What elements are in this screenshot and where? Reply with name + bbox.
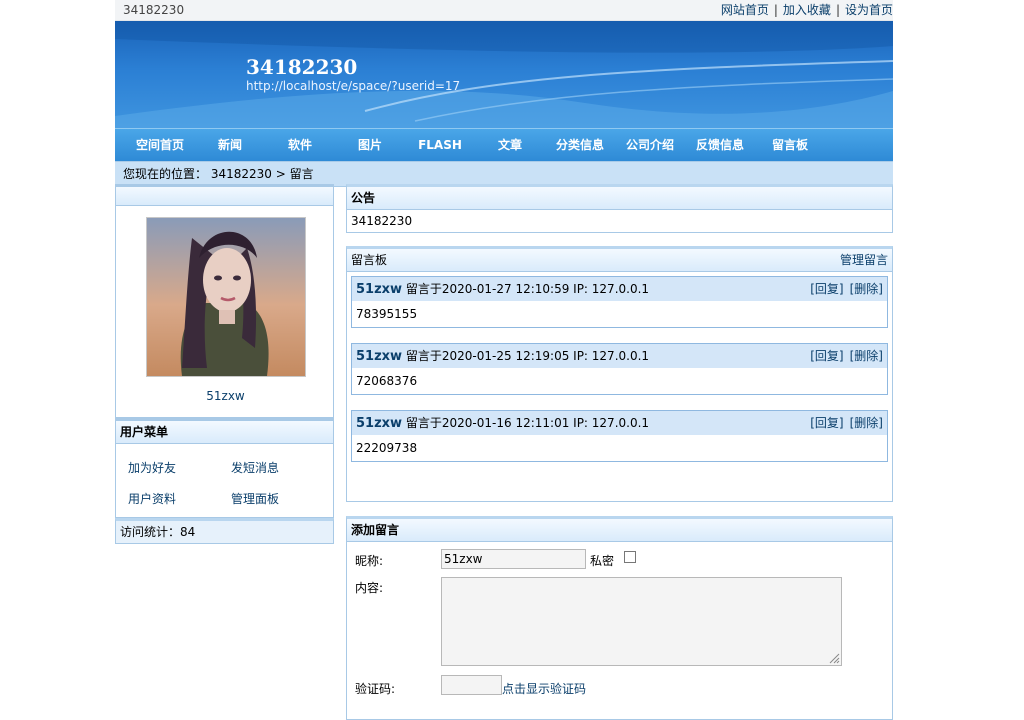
- message-header: 51zxw 留言于2020-01-25 12:19:05 IP: 127.0.0…: [352, 344, 887, 368]
- message-content: 22209738: [356, 441, 418, 455]
- right-column: 公告 34182230 留言板 管理留言 51zxw 留言于2020-01-27…: [346, 184, 893, 720]
- nav-news[interactable]: 新闻: [205, 129, 255, 161]
- message-item: 51zxw 留言于2020-01-27 12:10:59 IP: 127.0.0…: [351, 276, 888, 328]
- reply-link[interactable]: [回复]: [810, 282, 843, 296]
- add-message-box: 添加留言 昵称: 私密 内容: 验证码: 点击显示验证码: [346, 516, 893, 720]
- content-textarea[interactable]: [441, 577, 842, 666]
- reply-link[interactable]: [回复]: [810, 349, 843, 363]
- avatar[interactable]: [146, 217, 306, 377]
- nav-feedback[interactable]: 反馈信息: [690, 129, 750, 161]
- message-actions: [回复] [删除]: [804, 277, 883, 301]
- add-favorite-link[interactable]: 加入收藏: [783, 3, 831, 17]
- message-item: 51zxw 留言于2020-01-16 12:11:01 IP: 127.0.0…: [351, 410, 888, 462]
- resize-grip-icon[interactable]: [828, 652, 840, 664]
- nickname-input[interactable]: [441, 549, 586, 569]
- add-friend-link[interactable]: 加为好友: [128, 459, 176, 476]
- nav-space-home[interactable]: 空间首页: [127, 129, 193, 161]
- user-profile-link[interactable]: 用户资料: [128, 490, 176, 507]
- message-actions: [回复] [删除]: [804, 344, 883, 368]
- private-label: 私密: [590, 554, 615, 568]
- nav-company-intro[interactable]: 公司介绍: [620, 129, 680, 161]
- notice-title: 公告: [347, 187, 892, 210]
- left-column: 51zxw 用户菜单 加为好友 发短消息 用户资料 管理面板 访问统计：84: [115, 184, 334, 544]
- separator: |: [835, 3, 840, 17]
- delete-link[interactable]: [删除]: [850, 416, 883, 430]
- top-links: 网站首页 | 加入收藏 | 设为首页: [721, 0, 893, 20]
- main-nav: 空间首页 新闻 软件 图片 FLASH 文章 分类信息 公司介绍 反馈信息 留言…: [115, 128, 893, 161]
- nickname-label: 昵称:: [355, 554, 384, 568]
- message-author[interactable]: 51zxw: [356, 349, 402, 364]
- profile-username-link[interactable]: 51zxw: [206, 389, 244, 403]
- guestbook-box: 留言板 管理留言 51zxw 留言于2020-01-27 12:10:59 IP…: [346, 246, 893, 502]
- site-id: 34182230: [123, 3, 185, 17]
- delete-link[interactable]: [删除]: [850, 282, 883, 296]
- guestbook-title: 留言板: [351, 253, 388, 267]
- guestbook-header: 留言板 管理留言: [347, 249, 892, 272]
- space-title: 34182230: [246, 55, 358, 79]
- profile-username[interactable]: 51zxw: [116, 389, 335, 403]
- message-item: 51zxw 留言于2020-01-25 12:19:05 IP: 127.0.0…: [351, 343, 888, 395]
- message-author[interactable]: 51zxw: [356, 416, 402, 431]
- set-homepage-link[interactable]: 设为首页: [845, 3, 893, 17]
- page: 34182230 网站首页 | 加入收藏 | 设为首页 34182230 http://…: [115, 0, 893, 720]
- user-menu: 加为好友 发短消息 用户资料 管理面板: [116, 444, 333, 516]
- home-link[interactable]: 网站首页: [721, 3, 769, 17]
- banner-wave-graphic: [115, 21, 893, 128]
- message-header: 51zxw 留言于2020-01-27 12:10:59 IP: 127.0.0…: [352, 277, 887, 301]
- nav-classifieds[interactable]: 分类信息: [550, 129, 610, 161]
- nav-articles[interactable]: 文章: [485, 129, 535, 161]
- private-checkbox[interactable]: [624, 551, 636, 563]
- notice-content: 34182230: [351, 214, 413, 228]
- visit-stats: 访问统计：84: [115, 518, 334, 544]
- user-menu-title: 用户菜单: [116, 421, 333, 444]
- user-menu-box: 用户菜单 加为好友 发短消息 用户资料 管理面板: [115, 418, 334, 518]
- delete-link[interactable]: [删除]: [850, 349, 883, 363]
- manage-messages-link[interactable]: 管理留言: [840, 249, 888, 271]
- message-actions: [回复] [删除]: [804, 411, 883, 435]
- space-url: http://localhost/e/space/?userid=17: [246, 79, 461, 93]
- separator: |: [773, 3, 778, 17]
- captcha-input[interactable]: [441, 675, 502, 695]
- avatar-image: [147, 218, 305, 376]
- nav-flash[interactable]: FLASH: [410, 129, 470, 161]
- top-bar: 34182230 网站首页 | 加入收藏 | 设为首页: [115, 0, 893, 21]
- nav-images[interactable]: 图片: [345, 129, 395, 161]
- message-meta: 留言于2020-01-25 12:19:05 IP: 127.0.0.1: [405, 349, 650, 363]
- reply-link[interactable]: [回复]: [810, 416, 843, 430]
- notice-box: 公告 34182230: [346, 184, 893, 233]
- message-author[interactable]: 51zxw: [356, 282, 402, 297]
- message-header: 51zxw 留言于2020-01-16 12:11:01 IP: 127.0.0…: [352, 411, 887, 435]
- add-message-title: 添加留言: [347, 519, 892, 542]
- profile-box-header: [116, 187, 333, 206]
- show-captcha-link[interactable]: 点击显示验证码: [502, 680, 586, 697]
- captcha-label: 验证码:: [355, 682, 396, 696]
- nav-guestbook[interactable]: 留言板: [760, 129, 820, 161]
- banner: 34182230 http://localhost/e/space/?useri…: [115, 21, 893, 128]
- message-meta: 留言于2020-01-27 12:10:59 IP: 127.0.0.1: [405, 282, 650, 296]
- message-content: 78395155: [356, 307, 418, 321]
- message-content: 72068376: [356, 374, 418, 388]
- content-label: 内容:: [355, 581, 384, 595]
- send-message-link[interactable]: 发短消息: [231, 459, 279, 476]
- message-meta: 留言于2020-01-16 12:11:01 IP: 127.0.0.1: [405, 416, 650, 430]
- nav-software[interactable]: 软件: [275, 129, 325, 161]
- admin-panel-link[interactable]: 管理面板: [231, 490, 279, 507]
- profile-box: 51zxw: [115, 184, 334, 418]
